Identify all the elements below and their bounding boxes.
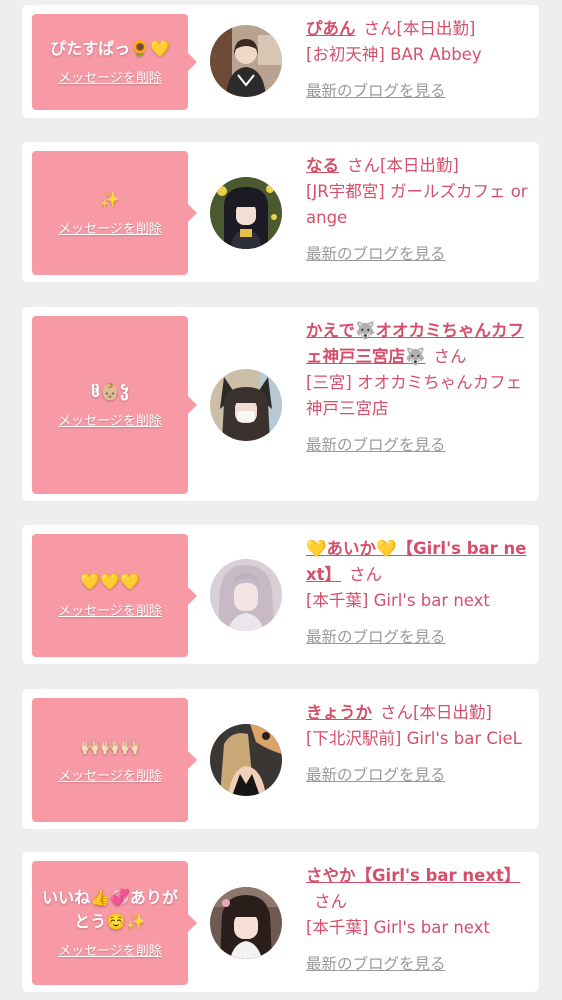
- message-bubble: ✨ メッセージを削除: [32, 151, 197, 275]
- shop-label: [本千葉] Girl's bar next: [306, 591, 490, 610]
- message-text: いいね👍💞ありがとう☺️✨: [42, 887, 178, 931]
- status-label: [本日出勤]: [413, 703, 492, 722]
- message-bubble: 🙌🏻🙌🏻🙌🏻 メッセージを削除: [32, 698, 197, 822]
- message-bubble: 💛💛💛 メッセージを削除: [32, 534, 197, 657]
- avatar[interactable]: [210, 887, 282, 959]
- avatar[interactable]: [210, 559, 282, 631]
- cast-name-link[interactable]: かえで🐺オオカミちゃんカフェ神戸三宮店🐺: [306, 321, 524, 366]
- favorite-entry: いいね👍💞ありがとう☺️✨ メッセージを削除 さやか【Girl's bar ne…: [22, 852, 539, 992]
- latest-blog-link[interactable]: 最新のブログを見る: [306, 80, 528, 102]
- message-text: 💛💛💛: [80, 572, 140, 591]
- shop-label: [三宮] オオカミちゃんカフェ神戸三宮店: [306, 373, 523, 418]
- delete-message-link[interactable]: メッセージを削除: [58, 70, 162, 88]
- entry-info: 💛あいか💛【Girl's bar next】 さん [本千葉] Girl's ba…: [306, 536, 528, 648]
- entry-info: かえで🐺オオカミちゃんカフェ神戸三宮店🐺 さん [三宮] オオカミちゃんカフェ神戸…: [306, 318, 528, 456]
- latest-blog-link[interactable]: 最新のブログを見る: [306, 626, 528, 648]
- delete-message-link[interactable]: メッセージを削除: [58, 603, 162, 621]
- latest-blog-link[interactable]: 最新のブログを見る: [306, 764, 528, 786]
- favorite-entry: ✨ メッセージを削除 なる さん[本日出勤] [JR宇都宮] ガールズカフェ or…: [22, 142, 539, 282]
- favorite-entry: 💛💛💛 メッセージを削除 💛あいか💛【Girl's bar next】 さん [本…: [22, 525, 539, 664]
- favorite-entry: 🙌🏻🙌🏻🙌🏻 メッセージを削除 きょうか さん[本日出勤] [下北沢駅前] Gir…: [22, 689, 539, 829]
- cast-name-link[interactable]: ぴあん: [306, 19, 356, 38]
- entry-info: きょうか さん[本日出勤] [下北沢駅前] Girl's bar CieL 最新の…: [306, 700, 528, 786]
- honorific: さん: [433, 347, 467, 366]
- honorific: さん: [314, 892, 347, 911]
- status-label: [本日出勤]: [396, 19, 476, 38]
- cast-name-link[interactable]: なる: [306, 156, 339, 175]
- honorific: さん: [380, 703, 413, 722]
- entry-info: なる さん[本日出勤] [JR宇都宮] ガールズカフェ orange 最新のブログ…: [306, 153, 528, 265]
- avatar[interactable]: [210, 25, 282, 97]
- message-bubble: ჱ̒👶🏼ჴ メッセージを削除: [32, 316, 197, 494]
- avatar[interactable]: [210, 724, 282, 796]
- shop-label: [JR宇都宮] ガールズカフェ orange: [306, 182, 528, 227]
- message-bubble: いいね👍💞ありがとう☺️✨ メッセージを削除: [32, 861, 197, 985]
- favorite-entry: ぴたすぱっ🌻💛 メッセージを削除 ぴあん さん[本日出勤] [お初天神] BAR …: [22, 5, 539, 118]
- message-text: ぴたすぱっ🌻💛: [50, 38, 170, 58]
- message-text: 🙌🏻🙌🏻🙌🏻: [80, 736, 140, 756]
- cast-name-link[interactable]: さやか【Girl's bar next】: [306, 866, 520, 885]
- entry-info: ぴあん さん[本日出勤] [お初天神] BAR Abbey 最新のブログを見る: [306, 16, 528, 102]
- honorific: さん: [363, 19, 397, 38]
- honorific: さん: [347, 156, 380, 175]
- status-label: [本日出勤]: [380, 156, 459, 175]
- latest-blog-link[interactable]: 最新のブログを見る: [306, 434, 528, 456]
- delete-message-link[interactable]: メッセージを削除: [58, 221, 162, 239]
- message-text: ✨: [100, 189, 120, 209]
- cast-name-link[interactable]: きょうか: [306, 703, 372, 722]
- delete-message-link[interactable]: メッセージを削除: [58, 413, 162, 431]
- avatar[interactable]: [210, 369, 282, 441]
- delete-message-link[interactable]: メッセージを削除: [58, 943, 162, 961]
- delete-message-link[interactable]: メッセージを削除: [58, 768, 162, 786]
- cast-name-link[interactable]: 💛あいか💛【Girl's bar next】: [306, 539, 526, 584]
- favorite-entry: ჱ̒👶🏼ჴ メッセージを削除 かえで🐺オオカミちゃんカフェ神戸三宮店🐺 さん [三…: [22, 307, 539, 501]
- message-bubble: ぴたすぱっ🌻💛 メッセージを削除: [32, 14, 197, 110]
- message-text: ჱ̒👶🏼ჴ: [91, 381, 129, 401]
- latest-blog-link[interactable]: 最新のブログを見る: [306, 953, 528, 975]
- shop-label: [お初天神] BAR Abbey: [306, 45, 482, 64]
- avatar[interactable]: [210, 177, 282, 249]
- latest-blog-link[interactable]: 最新のブログを見る: [306, 243, 528, 265]
- shop-label: [本千葉] Girl's bar next: [306, 918, 490, 937]
- shop-label: [下北沢駅前] Girl's bar CieL: [306, 729, 522, 748]
- entry-info: さやか【Girl's bar next】さん [本千葉] Girl's bar …: [306, 863, 528, 975]
- honorific: さん: [349, 565, 383, 584]
